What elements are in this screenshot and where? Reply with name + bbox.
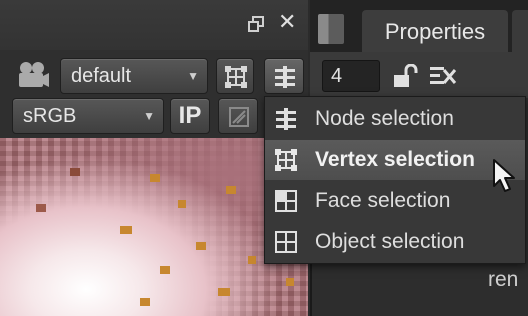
mask-icon: [229, 107, 249, 127]
menu-item-label: Vertex selection: [315, 148, 475, 171]
menu-item-object-selection[interactable]: Object selection: [265, 222, 525, 262]
viewer-header: ✕: [0, 0, 308, 51]
number-field[interactable]: 4: [322, 60, 380, 92]
ip-button[interactable]: IP: [170, 98, 210, 134]
mask-button[interactable]: [218, 98, 258, 134]
menu-item-label: Face selection: [315, 189, 451, 212]
float-window-icon[interactable]: [248, 16, 264, 32]
colorspace-dropdown[interactable]: sRGB ▼: [12, 98, 164, 134]
menu-item-face-selection[interactable]: Face selection: [265, 181, 525, 221]
menu-item-label: Node selection: [315, 107, 454, 130]
camera-icon[interactable]: [16, 60, 50, 90]
selection-mode-menu: Node selection Vertex selection Face sel…: [264, 96, 526, 264]
menu-item-node-selection[interactable]: Node selection: [265, 99, 525, 139]
tab-next[interactable]: [512, 10, 528, 52]
menu-item-label: Object selection: [315, 230, 465, 253]
node-selection-icon: [276, 108, 296, 130]
colorspace-dropdown-value: sRGB: [23, 105, 77, 127]
selection-mode-menu-button[interactable]: [264, 58, 304, 94]
node-selection-icon: [275, 66, 295, 88]
chevron-down-icon: ▼: [187, 69, 199, 83]
viewer-image[interactable]: [0, 138, 308, 316]
selection-mode-vertex-button[interactable]: [216, 58, 254, 94]
viewer-toolbar: default ▼ sRGB ▼ IP: [0, 50, 308, 138]
clear-icon[interactable]: [428, 64, 458, 88]
tab-properties[interactable]: Properties: [362, 10, 508, 52]
panel-icon[interactable]: [318, 14, 344, 44]
chevron-down-icon: ▼: [143, 109, 155, 123]
menu-item-vertex-selection[interactable]: Vertex selection: [265, 140, 525, 180]
camera-dropdown-value: default: [71, 65, 132, 87]
vertex-selection-icon: [225, 66, 247, 88]
tab-properties-label: Properties: [384, 19, 486, 44]
camera-dropdown[interactable]: default ▼: [60, 58, 208, 94]
ip-button-label: IP: [178, 102, 202, 129]
vertex-selection-icon: [275, 149, 297, 171]
unlock-icon[interactable]: [392, 64, 418, 88]
object-selection-icon: [275, 231, 297, 253]
face-selection-icon: [275, 190, 297, 212]
properties-text: ren: [488, 268, 519, 291]
close-icon[interactable]: ✕: [278, 11, 298, 33]
mouse-cursor-icon: [493, 159, 515, 192]
